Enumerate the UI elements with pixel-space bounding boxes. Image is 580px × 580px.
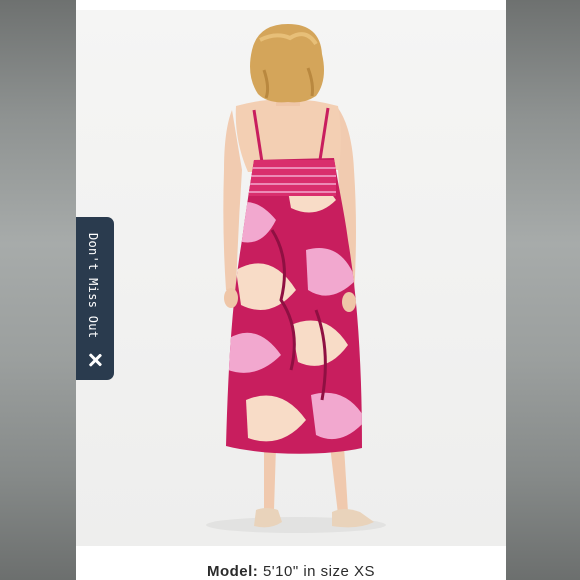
close-icon[interactable] — [88, 353, 102, 367]
dont-miss-out-tab[interactable]: Don't Miss Out — [76, 217, 114, 380]
dont-miss-out-label[interactable]: Don't Miss Out — [86, 233, 100, 338]
right-blurred-background — [506, 0, 580, 580]
caption-value: 5'10" in size XS — [262, 563, 376, 580]
model-size-caption: Model: 5'10" in size XS — [76, 563, 506, 580]
left-blurred-background — [0, 0, 76, 580]
caption-label: Model: — [206, 563, 259, 580]
product-photo[interactable] — [76, 10, 506, 546]
product-image-frame: Model: 5'10" in size XS — [76, 0, 506, 580]
model-illustration — [76, 10, 506, 546]
